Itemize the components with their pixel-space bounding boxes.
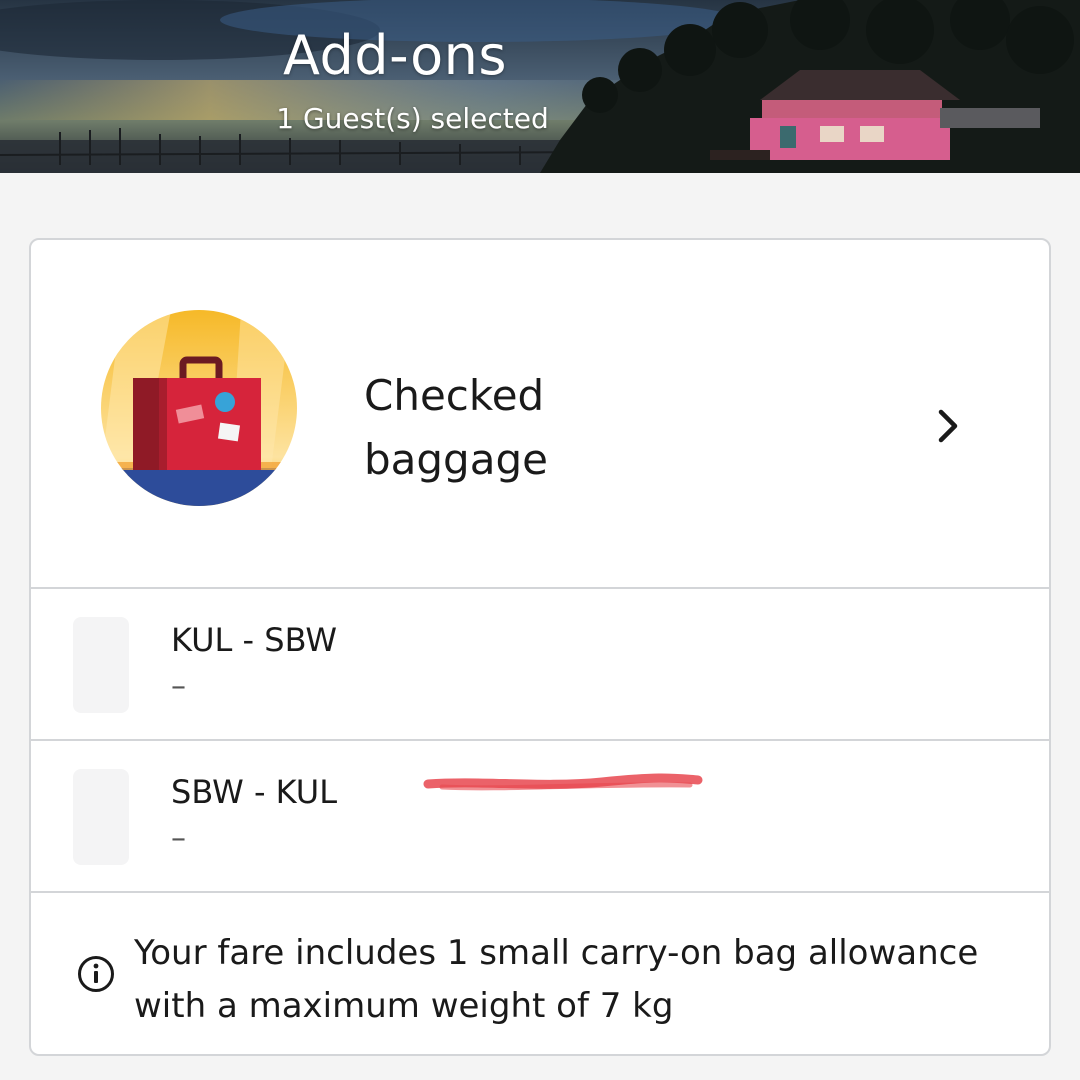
route-row-kul-sbw[interactable]: KUL - SBW – (31, 589, 1049, 741)
info-icon (78, 956, 114, 992)
route-label: SBW - KUL (171, 773, 338, 811)
route-baggage-value: – (171, 821, 186, 856)
carry-on-info: Your fare includes 1 small carry-on bag … (31, 893, 1049, 1054)
checked-baggage-title-line2: baggage (364, 435, 548, 484)
checked-baggage-header[interactable]: Checked baggage (31, 240, 1049, 589)
route-baggage-value: – (171, 669, 186, 704)
checked-baggage-title: Checked baggage (364, 364, 548, 492)
carry-on-info-text: Your fare includes 1 small carry-on bag … (134, 933, 979, 1026)
route-label: KUL - SBW (171, 621, 338, 659)
route-thumbnail-placeholder (73, 769, 129, 865)
checked-baggage-title-line1: Checked (364, 371, 545, 420)
page-title: Add-ons (283, 24, 507, 87)
route-thumbnail-placeholder (73, 617, 129, 713)
checked-baggage-card: Checked baggage KUL - SBW – SBW - KUL – … (29, 238, 1051, 1056)
guest-count-subtitle: 1 Guest(s) selected (276, 102, 549, 135)
suitcase-icon (101, 310, 297, 506)
route-row-sbw-kul[interactable]: SBW - KUL – (31, 741, 1049, 893)
header-banner: Add-ons 1 Guest(s) selected (0, 0, 1080, 173)
highlight-underline (423, 773, 703, 791)
chevron-right-icon[interactable] (931, 406, 967, 446)
